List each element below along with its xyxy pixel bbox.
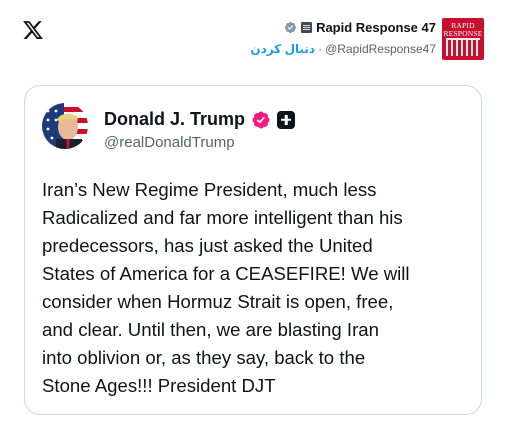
poster-avatar-text: RAPID RESPONSE bbox=[443, 21, 483, 38]
news-affiliate-icon bbox=[301, 22, 313, 33]
quoted-author-name[interactable]: Donald J. Trump bbox=[104, 109, 245, 130]
poster-sub-row: دنبال کردن · @RapidResponse47 bbox=[250, 42, 436, 56]
pink-verified-badge-icon bbox=[252, 110, 270, 129]
poster-name[interactable]: Rapid Response 47 bbox=[316, 20, 436, 35]
x-logo-icon[interactable] bbox=[22, 19, 44, 41]
quoted-post-text: Iran’s New Regime President, much less R… bbox=[42, 179, 410, 396]
follow-button[interactable]: دنبال کردن bbox=[250, 42, 315, 56]
flag-portrait-icon bbox=[42, 103, 88, 149]
gray-verified-badge-icon bbox=[285, 21, 297, 34]
quoted-author-handle[interactable]: @realDonaldTrump bbox=[104, 134, 235, 151]
separator-dot: · bbox=[318, 42, 323, 56]
quoted-author-name-row: Donald J. Trump bbox=[104, 109, 296, 130]
poster-avatar[interactable]: RAPID RESPONSE bbox=[442, 18, 484, 60]
poster-name-row: Rapid Response 47 bbox=[284, 20, 436, 35]
poster-handle[interactable]: @RapidResponse47 bbox=[325, 42, 436, 56]
white-house-icon bbox=[446, 38, 480, 56]
quoted-post-card[interactable]: Donald J. Trump @realDonaldTrump Iran’s … bbox=[24, 85, 482, 415]
quoted-author-avatar[interactable] bbox=[42, 103, 88, 149]
plus-icon bbox=[277, 110, 296, 129]
